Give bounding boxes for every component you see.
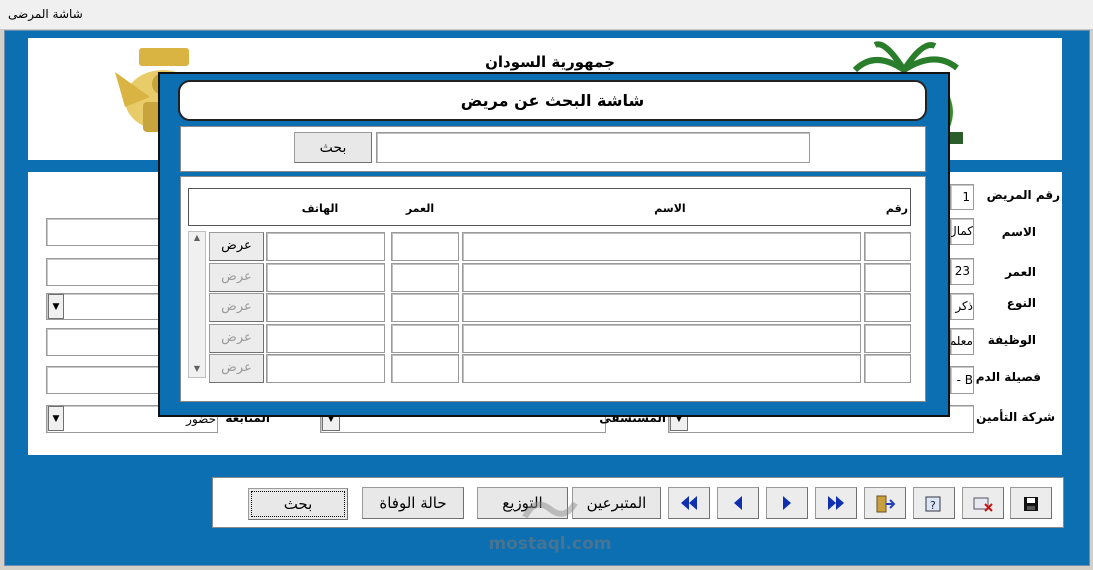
name-cell[interactable]: [462, 354, 861, 383]
followup-dropdown-icon[interactable]: ▼: [48, 406, 64, 431]
dropdown-arrow-icon[interactable]: ▼: [48, 294, 64, 319]
no-cell[interactable]: [864, 263, 911, 292]
first-record-icon[interactable]: [668, 487, 710, 519]
search-button[interactable]: بحث: [248, 488, 348, 520]
name-cell[interactable]: [462, 293, 861, 322]
svg-text:?: ?: [930, 499, 936, 512]
page-title: جمهورية السودان: [485, 53, 615, 71]
col-header-phone: الهاتف: [301, 202, 339, 215]
left-field-4[interactable]: [46, 366, 160, 394]
gender-field[interactable]: ذكر: [950, 293, 974, 320]
view-button[interactable]: عرض: [209, 324, 264, 353]
col-header-no: رقم: [885, 202, 908, 215]
dialog-title: شاشة البحث عن مريض: [178, 80, 927, 121]
left-field-3[interactable]: [46, 328, 160, 356]
no-cell[interactable]: [864, 232, 911, 261]
scroll-down-icon[interactable]: ▼: [190, 364, 204, 376]
blood-type-field[interactable]: B -: [950, 366, 974, 394]
view-button[interactable]: عرض: [209, 293, 264, 322]
age-cell[interactable]: [391, 263, 459, 292]
view-button[interactable]: عرض: [209, 232, 264, 261]
dialog-search-input[interactable]: [376, 132, 810, 163]
phone-cell[interactable]: [266, 354, 385, 383]
phone-cell[interactable]: [266, 324, 385, 353]
left-field-2[interactable]: [46, 258, 160, 286]
name-cell[interactable]: [462, 324, 861, 353]
patient-no-field[interactable]: 1: [950, 184, 974, 210]
no-cell[interactable]: [864, 354, 911, 383]
phone-cell[interactable]: [266, 232, 385, 261]
save-icon[interactable]: [1010, 487, 1052, 519]
query-icon[interactable]: ?: [913, 487, 955, 519]
age-cell[interactable]: [391, 354, 459, 383]
scroll-up-icon[interactable]: ▲: [190, 233, 204, 245]
name-field[interactable]: كمال: [950, 218, 974, 245]
window-title: شاشة المرضى: [8, 7, 83, 21]
view-button[interactable]: عرض: [209, 354, 264, 383]
gender-label: النوع: [1006, 296, 1036, 310]
no-cell[interactable]: [864, 324, 911, 353]
age-cell[interactable]: [391, 232, 459, 261]
window-titlebar: شاشة المرضى: [0, 0, 1093, 30]
name-cell[interactable]: [462, 263, 861, 292]
next-record-icon[interactable]: [766, 487, 808, 519]
col-header-age: العمر: [405, 202, 435, 215]
last-record-icon[interactable]: [815, 487, 857, 519]
view-button[interactable]: عرض: [209, 263, 264, 292]
phone-cell[interactable]: [266, 263, 385, 292]
patient-no-label: رقم المريض: [986, 188, 1060, 202]
age-label: العمر: [1005, 265, 1036, 279]
no-cell[interactable]: [864, 293, 911, 322]
watermark: mostaql.com: [470, 495, 630, 565]
col-header-name: الاسم: [654, 202, 686, 215]
watermark-logo-icon: [522, 501, 578, 519]
prev-record-icon[interactable]: [717, 487, 759, 519]
watermark-text: mostaql.com: [488, 534, 612, 554]
age-cell[interactable]: [391, 293, 459, 322]
results-scrollbar[interactable]: [188, 231, 206, 378]
name-cell[interactable]: [462, 232, 861, 261]
job-field[interactable]: معلم: [950, 328, 974, 355]
name-label: الاسم: [1001, 225, 1036, 239]
blood-type-label: فصيلة الدم: [975, 370, 1041, 384]
age-field[interactable]: 23: [950, 258, 974, 285]
insurance-label: شركة التأمين: [976, 410, 1055, 424]
job-label: الوظيفة: [987, 333, 1036, 347]
death-status-button[interactable]: حالة الوفاة: [362, 487, 464, 519]
left-field-1[interactable]: [46, 218, 160, 246]
exit-icon[interactable]: [864, 487, 906, 519]
dialog-search-button[interactable]: بحث: [294, 132, 372, 163]
phone-cell[interactable]: [266, 293, 385, 322]
age-cell[interactable]: [391, 324, 459, 353]
cancel-icon[interactable]: [962, 487, 1004, 519]
